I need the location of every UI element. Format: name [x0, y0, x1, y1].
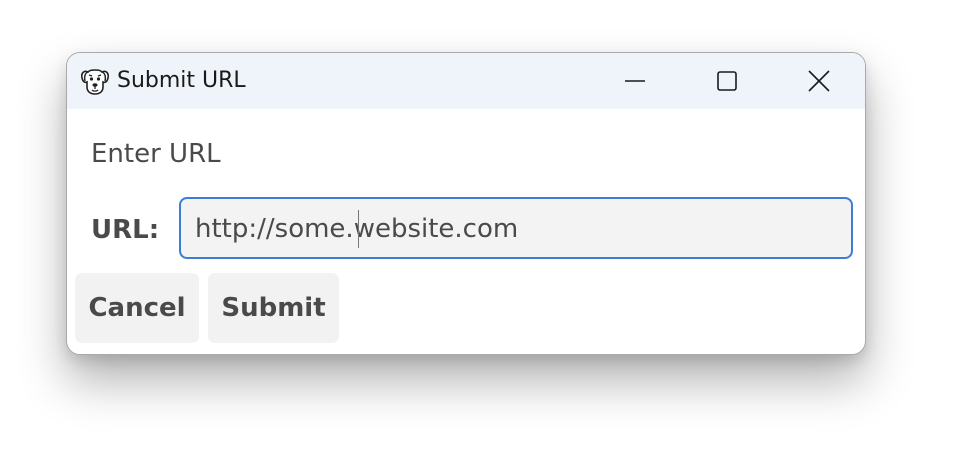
dog-face-icon	[81, 69, 109, 95]
prompt-text: Enter URL	[91, 139, 221, 169]
maximize-button[interactable]	[681, 53, 773, 109]
submit-button[interactable]: Submit	[208, 273, 339, 343]
text-caret	[358, 210, 359, 248]
cancel-button[interactable]: Cancel	[75, 273, 199, 343]
maximize-icon	[717, 71, 737, 91]
url-input-value: http://some.website.com	[195, 214, 519, 244]
title-bar[interactable]: Submit URL	[67, 53, 865, 109]
screen: Submit URL Enter URL URL: http://some.we…	[0, 0, 968, 450]
minimize-icon	[625, 80, 645, 82]
window-title: Submit URL	[117, 68, 246, 93]
url-label: URL:	[91, 215, 160, 245]
submit-url-dialog: Submit URL Enter URL URL: http://some.we…	[66, 52, 866, 355]
close-icon	[808, 70, 830, 92]
url-input[interactable]: http://some.website.com	[179, 197, 853, 259]
minimize-button[interactable]	[589, 53, 681, 109]
close-button[interactable]	[773, 53, 865, 109]
